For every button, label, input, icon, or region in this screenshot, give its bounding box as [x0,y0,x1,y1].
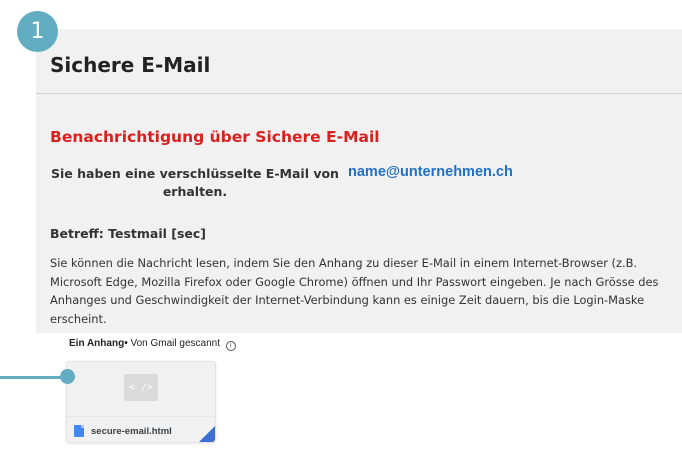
email-body-text: Sie können die Nachricht lesen, indem Si… [50,256,659,326]
corner-fold-icon [197,426,215,442]
divider [36,93,682,94]
sender-label: Sie haben eine verschlüsselte E-Mail von… [51,166,339,199]
attachment-card[interactable]: < /> secure-email.html [66,361,216,443]
attachment-file-name: secure-email.html [91,426,172,437]
code-file-icon: < /> [124,374,158,401]
separator-dot: • [124,338,128,349]
sender-email-link[interactable]: name@unternehmen.ch [348,164,513,180]
notice-heading: Benachrichtigung über Sichere E-Mail [50,128,380,146]
info-icon[interactable]: i [225,341,236,351]
step-number-badge: 1 [17,11,58,52]
email-title: Sichere E-Mail [50,53,211,77]
attachment-preview[interactable]: < /> [67,362,215,416]
attachment-file-row[interactable]: secure-email.html [67,416,215,442]
email-preview-panel: Sichere E-Mail Benachrichtigung über Sic… [36,29,682,333]
subject-line: Betreff: Testmail [sec] [50,226,206,241]
attachment-count-label: Ein Anhang [69,338,125,349]
file-icon [74,425,84,437]
callout-connector-dot [60,369,75,384]
attachment-header: Ein Anhang• Von Gmail gescannt i [69,338,236,351]
callout-connector-line [0,376,62,379]
scan-status-label: Von Gmail gescannt [130,338,220,349]
